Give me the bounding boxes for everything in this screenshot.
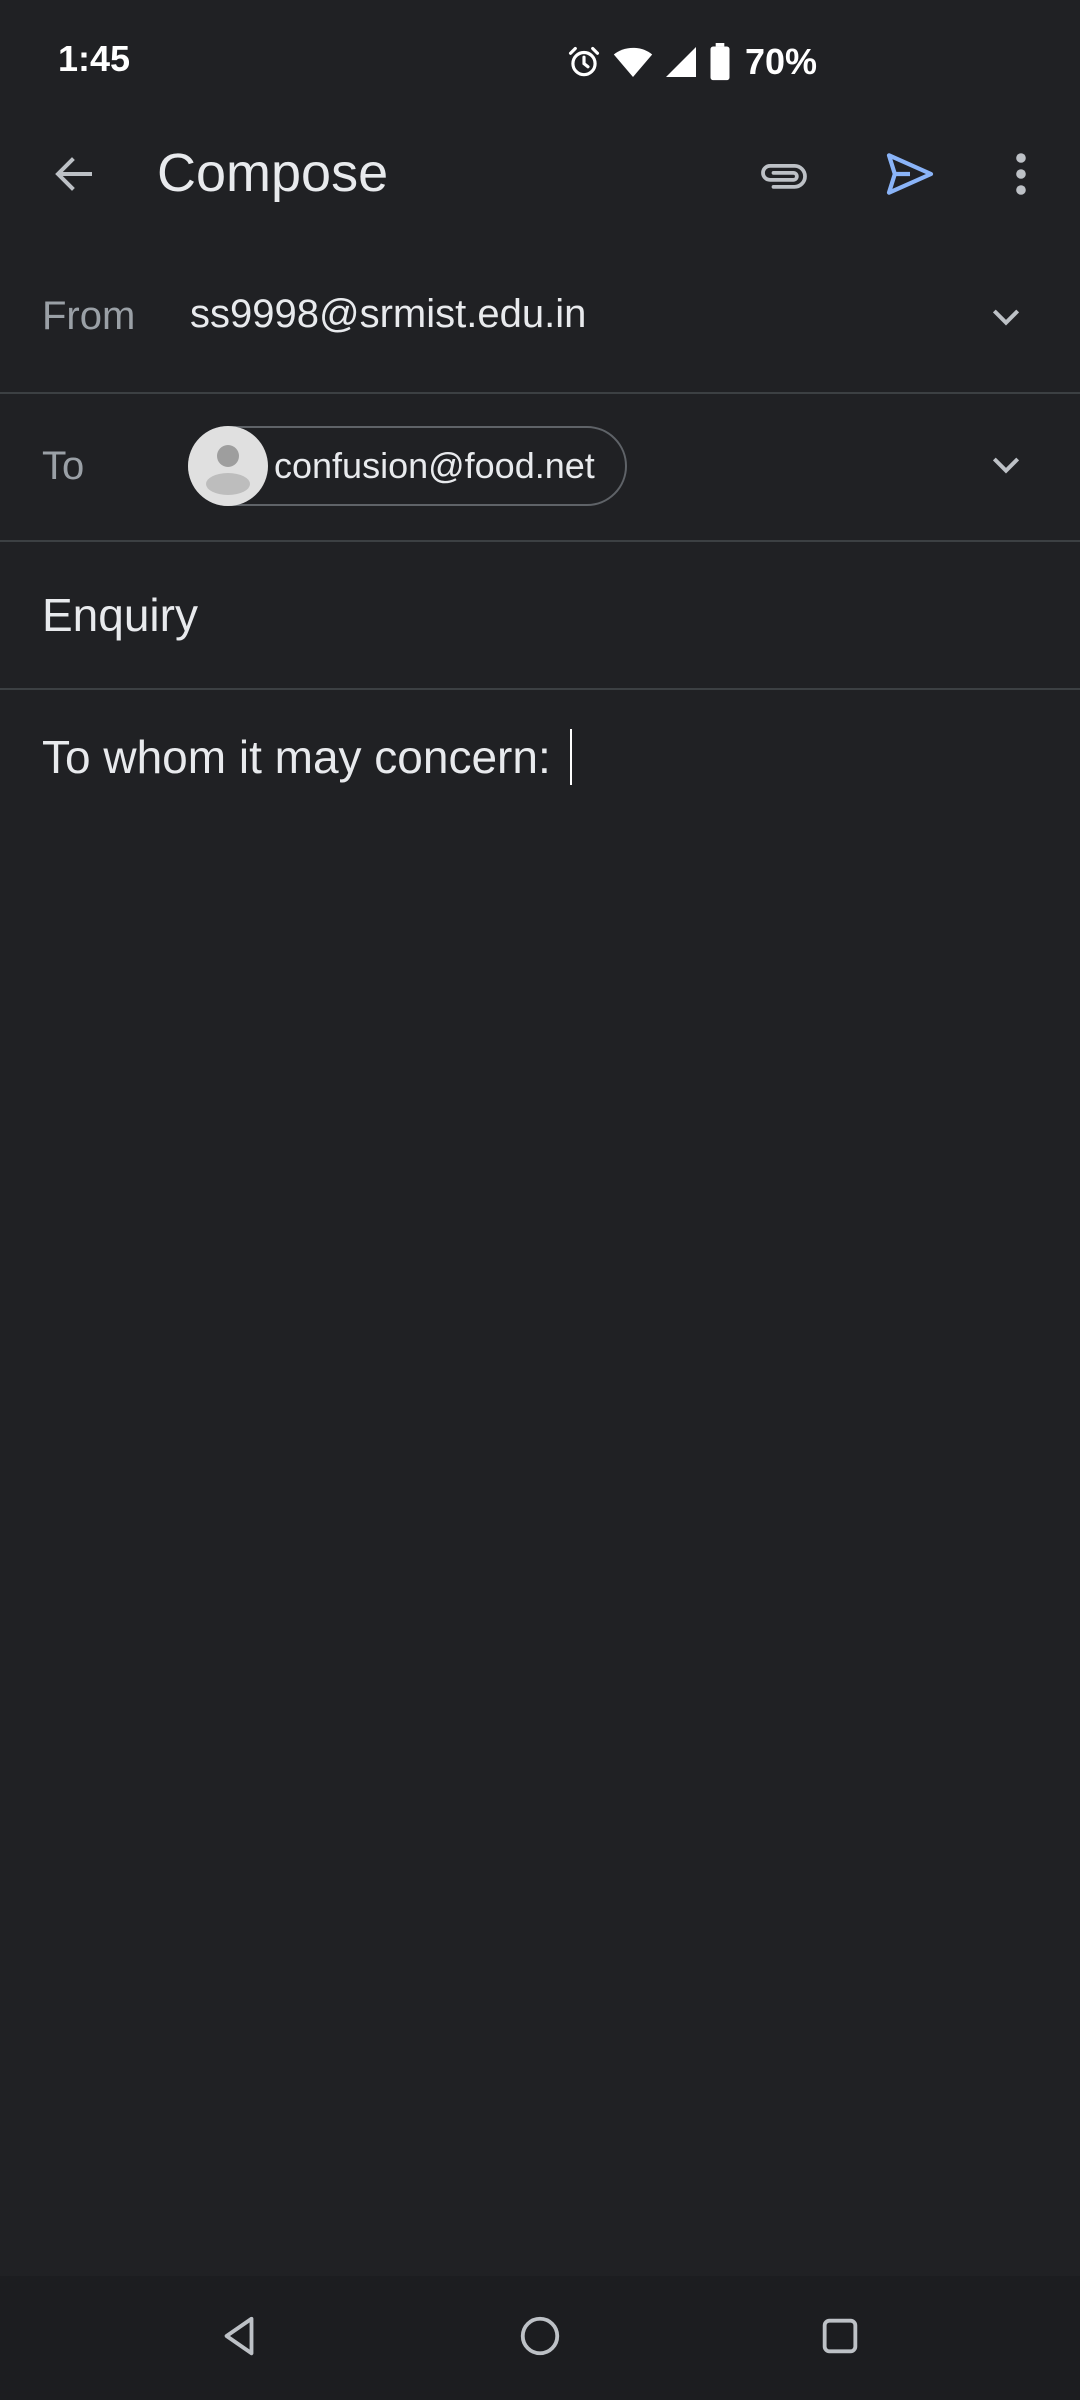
more-options-button[interactable] (986, 138, 1056, 214)
body-text-line[interactable]: To whom it may concern: (42, 728, 572, 789)
attach-button[interactable] (746, 138, 822, 214)
signal-icon (663, 44, 699, 80)
body-editor[interactable]: To whom it may concern: (0, 690, 1080, 2270)
alarm-icon (565, 43, 603, 81)
subject-field[interactable]: Enquiry (42, 588, 198, 642)
back-arrow-icon (50, 150, 98, 203)
nav-back-icon (217, 2313, 263, 2364)
status-time: 1:45 (58, 38, 131, 79)
chevron-down-icon (986, 444, 1026, 489)
status-icons: 70% (565, 38, 817, 86)
status-bar: 1:45 70% (0, 0, 1080, 120)
battery-icon (709, 43, 731, 81)
recipient-email: confusion@food.net (274, 445, 595, 486)
from-expand-button[interactable] (970, 282, 1042, 354)
subject-row[interactable]: Enquiry (0, 542, 1080, 690)
navigation-bar (0, 2276, 1080, 2400)
to-expand-button[interactable] (970, 430, 1042, 502)
more-vert-icon (1013, 150, 1029, 203)
app-bar: Compose (0, 120, 1080, 228)
chevron-down-icon (986, 296, 1026, 341)
wifi-icon (613, 44, 653, 80)
send-button[interactable] (872, 138, 948, 214)
from-account[interactable]: ss9998@srmist.edu.in (190, 292, 586, 337)
nav-home-icon (517, 2313, 563, 2364)
avatar (188, 426, 268, 506)
nav-recents-button[interactable] (804, 2302, 876, 2374)
back-button[interactable] (36, 138, 112, 214)
paperclip-icon (756, 146, 812, 207)
to-label: To (42, 444, 85, 488)
from-row: From ss9998@srmist.edu.in (0, 246, 1080, 394)
nav-recents-icon (817, 2313, 863, 2364)
nav-home-button[interactable] (504, 2302, 576, 2374)
body-text: To whom it may concern: (42, 731, 564, 783)
page-title: Compose (157, 143, 389, 203)
from-label: From (42, 294, 136, 338)
recipient-chip[interactable]: confusion@food.net (188, 426, 627, 506)
battery-percent: 70% (745, 41, 818, 82)
person-icon (188, 426, 268, 506)
text-cursor (569, 728, 572, 785)
to-row[interactable]: To confusion@food.net (0, 394, 1080, 542)
send-icon (882, 146, 938, 207)
nav-back-button[interactable] (204, 2302, 276, 2374)
